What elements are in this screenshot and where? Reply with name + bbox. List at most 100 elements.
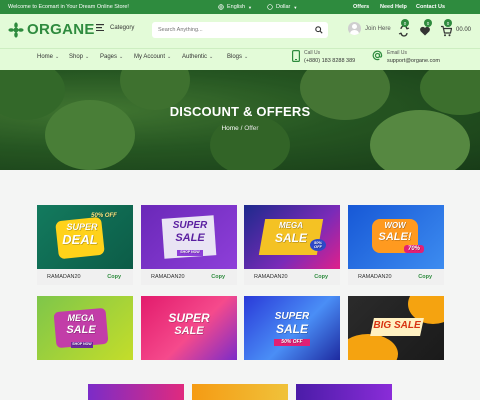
coupon-subtitle: SALE — [175, 232, 205, 244]
coupon-subtitle: SALE! — [378, 231, 412, 243]
nav-item-my-account[interactable]: My Account ⌄ — [134, 54, 171, 60]
coupon-code: RAMADAN20 — [254, 274, 288, 280]
coupon-title: BIG — [373, 320, 392, 331]
nav-label: Pages — [100, 54, 118, 60]
coupon-subtitle: SALE — [174, 325, 204, 337]
page-title: DISCOUNT & OFFERS — [169, 104, 311, 119]
nav-item-home[interactable]: Home ⌄ — [37, 54, 59, 60]
currency-select[interactable]: Dollar ▼ — [267, 4, 297, 10]
welcome-text: Welcome to Ecomart in Your Dream Online … — [8, 4, 129, 10]
coupon-image: BIG SALE — [348, 296, 444, 360]
currency-icon — [267, 4, 273, 10]
nav-label: Home — [37, 54, 54, 60]
top-bar: Welcome to Ecomart in Your Dream Online … — [0, 0, 480, 14]
coupon-image: SUPER SALE — [141, 296, 237, 360]
join-label: Join Here — [365, 25, 391, 32]
nav-item-shop[interactable]: Shop ⌄ — [69, 54, 89, 60]
coupon-card: SUPER DEAL 50% OFF RAMADAN20 Copy — [37, 205, 133, 285]
coupon-code: RAMADAN20 — [47, 274, 81, 280]
at-sign-icon — [372, 50, 383, 61]
chevron-down-icon: ⌄ — [244, 54, 249, 60]
coupon-title: SUPER — [274, 311, 310, 322]
language-label: English — [227, 4, 246, 10]
coupon-image: SUPER SALE SHOP NOW — [141, 205, 237, 269]
logo-text: ORGANE — [27, 21, 95, 38]
nav-label: My Account — [134, 54, 166, 60]
copy-button[interactable]: Copy — [314, 274, 328, 280]
chevron-down-icon: ⌄ — [85, 54, 90, 60]
language-select[interactable]: English ▼ — [218, 4, 252, 10]
nav-item-authentic[interactable]: Authentic ⌄ — [182, 54, 213, 60]
coupon-card: BIG SALE — [348, 296, 444, 360]
category-label: Category — [110, 24, 135, 31]
coupon-image: MEGA SALE SHOP NOW — [37, 296, 133, 360]
cart-total: 00.00 — [456, 27, 472, 33]
nav-label: Shop — [69, 54, 84, 60]
nav-item-pages[interactable]: Pages ⌄ — [100, 54, 123, 60]
logo[interactable]: ORGANE — [8, 21, 95, 38]
coupon-card — [296, 384, 392, 400]
category-button[interactable]: Category — [96, 24, 134, 31]
currency-label: Dollar — [276, 4, 291, 10]
coupon-card — [192, 384, 288, 400]
coupon-card: SUPER SALE SHOP NOW RAMADAN20 Copy — [141, 205, 237, 285]
copy-button[interactable]: Copy — [107, 274, 121, 280]
coupon-card: WOW SALE! 70% RAMADAN20 Copy — [348, 205, 444, 285]
chevron-down-icon: ▼ — [293, 4, 298, 10]
coupon-subtitle: SALE — [66, 324, 96, 336]
coupon-code: RAMADAN20 — [151, 274, 185, 280]
phone-icon — [292, 50, 300, 62]
coupon-title: WOW — [384, 221, 406, 230]
need-help-link[interactable]: Need Help — [380, 4, 407, 10]
coupon-extra: 70% — [404, 245, 424, 253]
call-label: Call Us — [304, 50, 321, 56]
cart-badge: 0 — [444, 19, 452, 27]
nav-label: Blogs — [227, 54, 243, 60]
chevron-down-icon: ⌄ — [119, 54, 124, 60]
coupon-card: MEGA SALE SHOP NOW — [37, 296, 133, 360]
search-input[interactable] — [158, 27, 308, 33]
chevron-down-icon: ⌄ — [209, 54, 214, 60]
coupon-extra: SHOP NOW — [177, 250, 203, 256]
breadcrumb-home[interactable]: Home — [221, 125, 238, 132]
coupon-card: MEGA SALE 50% OFF RAMADAN20 Copy — [244, 205, 340, 285]
coupon-title: SUPER — [168, 311, 210, 325]
copy-button[interactable]: Copy — [418, 274, 432, 280]
search-bar — [152, 22, 328, 38]
coupon-title: SUPER — [172, 220, 208, 231]
coupon-title: SUPER — [66, 222, 98, 232]
globe-icon — [218, 4, 224, 10]
email-us[interactable]: Email Us support@organe.com — [372, 50, 440, 64]
coupon-card: SUPER SALE — [141, 296, 237, 360]
coupon-extra: 50% OFF — [274, 339, 310, 346]
coupon-subtitle: DEAL — [62, 232, 98, 247]
coupon-image: SUPER SALE 50% OFF — [244, 296, 340, 360]
breadcrumb-current: Offer — [244, 125, 259, 132]
chevron-down-icon: ▼ — [248, 4, 253, 10]
join-button[interactable]: Join Here — [348, 22, 391, 35]
wishlist-badge: 0 — [424, 19, 432, 27]
leaf-logo-icon — [8, 21, 24, 38]
coupon-code: RAMADAN20 — [358, 274, 392, 280]
nav-label: Authentic — [182, 54, 208, 60]
nav-item-blogs[interactable]: Blogs ⌄ — [227, 54, 248, 60]
coupon-subtitle: SALE — [275, 322, 308, 336]
search-icon[interactable] — [315, 26, 323, 34]
hero-banner — [0, 70, 480, 170]
email-label: Email Us — [387, 50, 408, 56]
contact-us-link[interactable]: Contact Us — [416, 4, 445, 10]
call-us[interactable]: Call Us (+880) 183 8288 389 — [292, 50, 355, 64]
call-value: (+880) 183 8288 389 — [304, 58, 356, 64]
breadcrumb: Home / Offer — [0, 125, 480, 132]
coupon-card — [88, 384, 184, 400]
coupon-subtitle: SALE — [393, 320, 421, 331]
copy-button[interactable]: Copy — [211, 274, 225, 280]
coupon-card: SUPER SALE 50% OFF — [244, 296, 340, 360]
offers-link[interactable]: Offers — [353, 4, 369, 10]
coupon-image: WOW SALE! 70% — [348, 205, 444, 269]
coupon-image: MEGA SALE 50% OFF — [244, 205, 340, 269]
coupon-title: MEGA — [279, 221, 303, 230]
menu-icon — [96, 24, 104, 31]
coupon-extra: 50% OFF — [91, 213, 117, 219]
avatar — [348, 22, 361, 35]
